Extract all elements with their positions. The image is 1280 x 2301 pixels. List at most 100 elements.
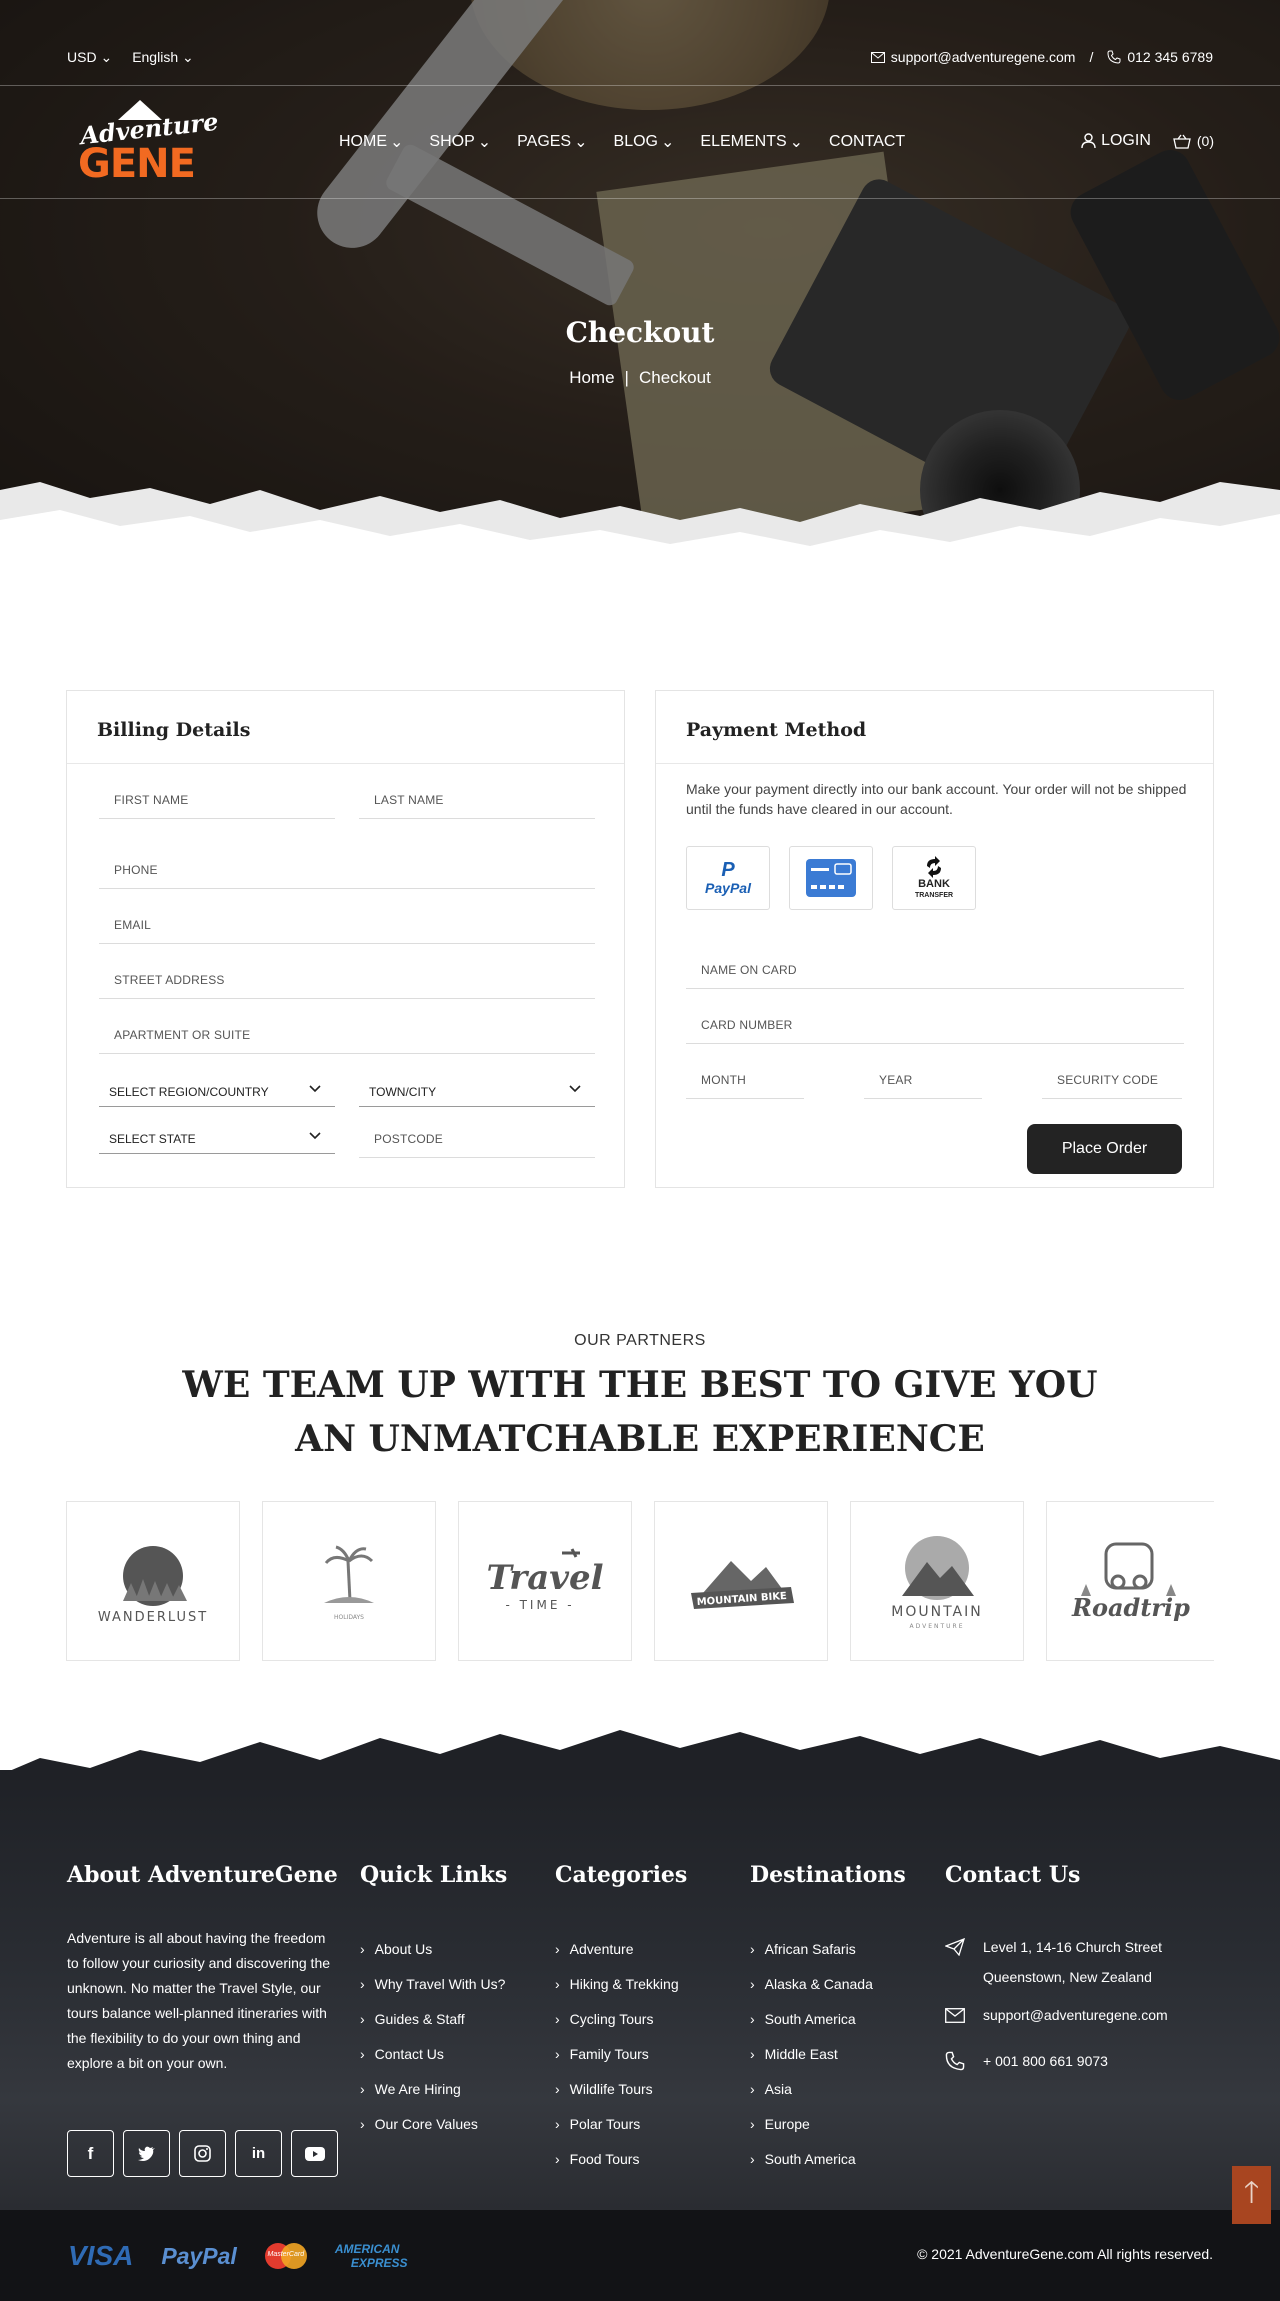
facebook-icon[interactable]: f <box>67 2130 114 2177</box>
state-select[interactable]: SELECT STATE <box>99 1124 335 1154</box>
main-menu: HOME ⌄ SHOP ⌄ PAGES ⌄ BLOG ⌄ ELEMENTS ⌄ CONTA… <box>339 132 905 152</box>
partner-logo-travel-time[interactable]: Travel - TIME - <box>458 1501 632 1661</box>
chevron-right-icon: › <box>360 2011 365 2027</box>
currency-select[interactable]: USD ⌄ <box>67 49 112 66</box>
chevron-down-icon: ⌄ <box>477 134 492 151</box>
topbar-email-link[interactable]: support@adventuregene.com <box>870 49 1075 65</box>
topbar-separator: / <box>1089 49 1094 65</box>
footer-link[interactable]: › Wildlife Tours <box>555 2072 687 2107</box>
state-select-label: SELECT STATE <box>109 1132 196 1146</box>
login-link[interactable]: LOGIN <box>1081 132 1151 150</box>
instagram-icon[interactable] <box>179 2130 226 2177</box>
top-bar: USD ⌄ English ⌄ support@adventuregene.co… <box>0 0 1280 86</box>
card-number-field[interactable]: CARD NUMBER <box>686 1008 1184 1044</box>
nav-item-blog[interactable]: BLOG ⌄ <box>614 132 675 152</box>
phone-icon <box>1107 50 1121 64</box>
first-name-field[interactable]: FIRST NAME <box>99 783 335 819</box>
footer-phone-link[interactable]: + 001 800 661 9073 <box>945 2046 1168 2076</box>
footer-link[interactable]: › Cycling Tours <box>555 2002 687 2037</box>
nav-item-contact[interactable]: CONTACT <box>829 132 905 152</box>
footer-link-label: Polar Tours <box>569 2116 641 2132</box>
region-select[interactable]: SELECT REGION/COUNTRY <box>99 1077 335 1107</box>
footer-link-label: Europe <box>764 2116 810 2132</box>
partner-logo-wanderlust[interactable]: WANDERLUST <box>66 1501 240 1661</box>
footer-address: Level 1, 14-16 Church Street Queenstown, … <box>945 1932 1168 1992</box>
chevron-right-icon: › <box>750 1941 755 1957</box>
paypal-option[interactable]: P PayPal <box>686 846 770 910</box>
billing-title: Billing Details <box>67 691 624 764</box>
street-address-field[interactable]: STREET ADDRESS <box>99 963 595 999</box>
partner-logo-roadtrip[interactable]: Roadtrip <box>1046 1501 1214 1661</box>
chevron-right-icon: › <box>360 2116 365 2132</box>
footer-link[interactable]: › Guides & Staff <box>360 2002 507 2037</box>
footer-link[interactable]: › Europe <box>750 2107 906 2142</box>
footer-link[interactable]: › South America <box>750 2142 906 2177</box>
partners-title: WE TEAM UP WITH THE BEST TO GIVE YOU AN … <box>182 1364 1098 1460</box>
site-footer: About AdventureGene Adventure is all abo… <box>0 1730 1280 2210</box>
last-name-field[interactable]: LAST NAME <box>359 783 595 819</box>
nav-item-shop[interactable]: SHOP ⌄ <box>429 132 491 152</box>
nav-item-pages[interactable]: PAGES ⌄ <box>517 132 587 152</box>
footer-link[interactable]: › African Safaris <box>750 1932 906 1967</box>
nav-item-elements[interactable]: ELEMENTS ⌄ <box>700 132 803 152</box>
footer-link[interactable]: › Contact Us <box>360 2037 507 2072</box>
postcode-field[interactable]: POSTCODE <box>359 1122 595 1158</box>
nav-label: SHOP <box>429 133 475 150</box>
chevron-right-icon: › <box>750 2081 755 2097</box>
site-logo[interactable]: Adventure GENE <box>78 100 220 184</box>
scroll-to-top-button[interactable]: 🡑 <box>1232 2166 1271 2224</box>
footer-link[interactable]: › Middle East <box>750 2037 906 2072</box>
chevron-right-icon: › <box>555 2011 560 2027</box>
footer-link[interactable]: › Asia <box>750 2072 906 2107</box>
chevron-right-icon: › <box>360 2046 365 2062</box>
topbar-phone-link[interactable]: 012 345 6789 <box>1107 49 1213 65</box>
footer-link-label: Contact Us <box>374 2046 444 2062</box>
footer-link[interactable]: › Why Travel With Us? <box>360 1967 507 2002</box>
nav-label: PAGES <box>517 133 572 150</box>
language-select[interactable]: English ⌄ <box>132 49 194 66</box>
town-select[interactable]: TOWN/CITY <box>359 1077 595 1107</box>
footer-torn-edge <box>0 1730 1280 1780</box>
cart-link[interactable]: (0) <box>1173 133 1214 149</box>
chevron-down-icon: ⌄ <box>789 134 804 151</box>
year-field[interactable]: YEAR <box>864 1063 982 1099</box>
footer-link[interactable]: › Food Tours <box>555 2142 687 2177</box>
footer-link-label: Why Travel With Us? <box>374 1976 506 1992</box>
phone-field[interactable]: PHONE <box>99 853 595 889</box>
footer-link[interactable]: › Family Tours <box>555 2037 687 2072</box>
partner-logo-mountain-adventure[interactable]: MOUNTAIN ADVENTURE <box>850 1501 1024 1661</box>
breadcrumb-home-link[interactable]: Home <box>569 368 614 387</box>
name-on-card-field[interactable]: NAME ON CARD <box>686 953 1184 989</box>
credit-card-icon <box>806 859 856 897</box>
bank-transfer-option[interactable]: BANK TRANSFER <box>892 846 976 910</box>
footer-link[interactable]: › Adventure <box>555 1932 687 1967</box>
footer-link[interactable]: › Polar Tours <box>555 2107 687 2142</box>
footer-link[interactable]: › South America <box>750 2002 906 2037</box>
footer-link[interactable]: › Our Core Values <box>360 2107 507 2142</box>
linkedin-icon[interactable]: in <box>235 2130 282 2177</box>
paypal-p-icon: P <box>721 859 735 881</box>
chevron-right-icon: › <box>360 2081 365 2097</box>
phone-icon <box>945 2051 965 2071</box>
footer-about-text: Adventure is all about having the freedo… <box>67 1930 331 2071</box>
card-option[interactable] <box>789 846 873 910</box>
place-order-button[interactable]: Place Order <box>1027 1124 1182 1174</box>
footer-link-label: Alaska & Canada <box>764 1976 873 1992</box>
twitter-icon[interactable] <box>123 2130 170 2177</box>
footer-link[interactable]: › Alaska & Canada <box>750 1967 906 2002</box>
apartment-field[interactable]: APARTMENT OR SUITE <box>99 1018 595 1054</box>
security-code-field[interactable]: SECURITY CODE <box>1042 1063 1182 1099</box>
footer-link[interactable]: › Hiking & Trekking <box>555 1967 687 2002</box>
month-field[interactable]: MONTH <box>686 1063 804 1099</box>
footer-link[interactable]: › We Are Hiring <box>360 2072 507 2107</box>
footer-email-link[interactable]: support@adventuregene.com <box>945 2000 1168 2030</box>
footer-link[interactable]: › About Us <box>360 1932 507 1967</box>
partner-logo-mountain-bike[interactable]: MOUNTAIN BIKE <box>654 1501 828 1661</box>
partner-logo-holidays[interactable]: HOLIDAYS <box>262 1501 436 1661</box>
youtube-icon[interactable] <box>291 2130 338 2177</box>
email-field[interactable]: EMAIL <box>99 908 595 944</box>
chevron-right-icon: › <box>555 1976 560 1992</box>
nav-label: CONTACT <box>829 133 906 150</box>
payment-logos: VISA PayPal MasterCard AMERICAN EXPRESS <box>68 2240 408 2272</box>
nav-item-home[interactable]: HOME ⌄ <box>339 132 403 152</box>
